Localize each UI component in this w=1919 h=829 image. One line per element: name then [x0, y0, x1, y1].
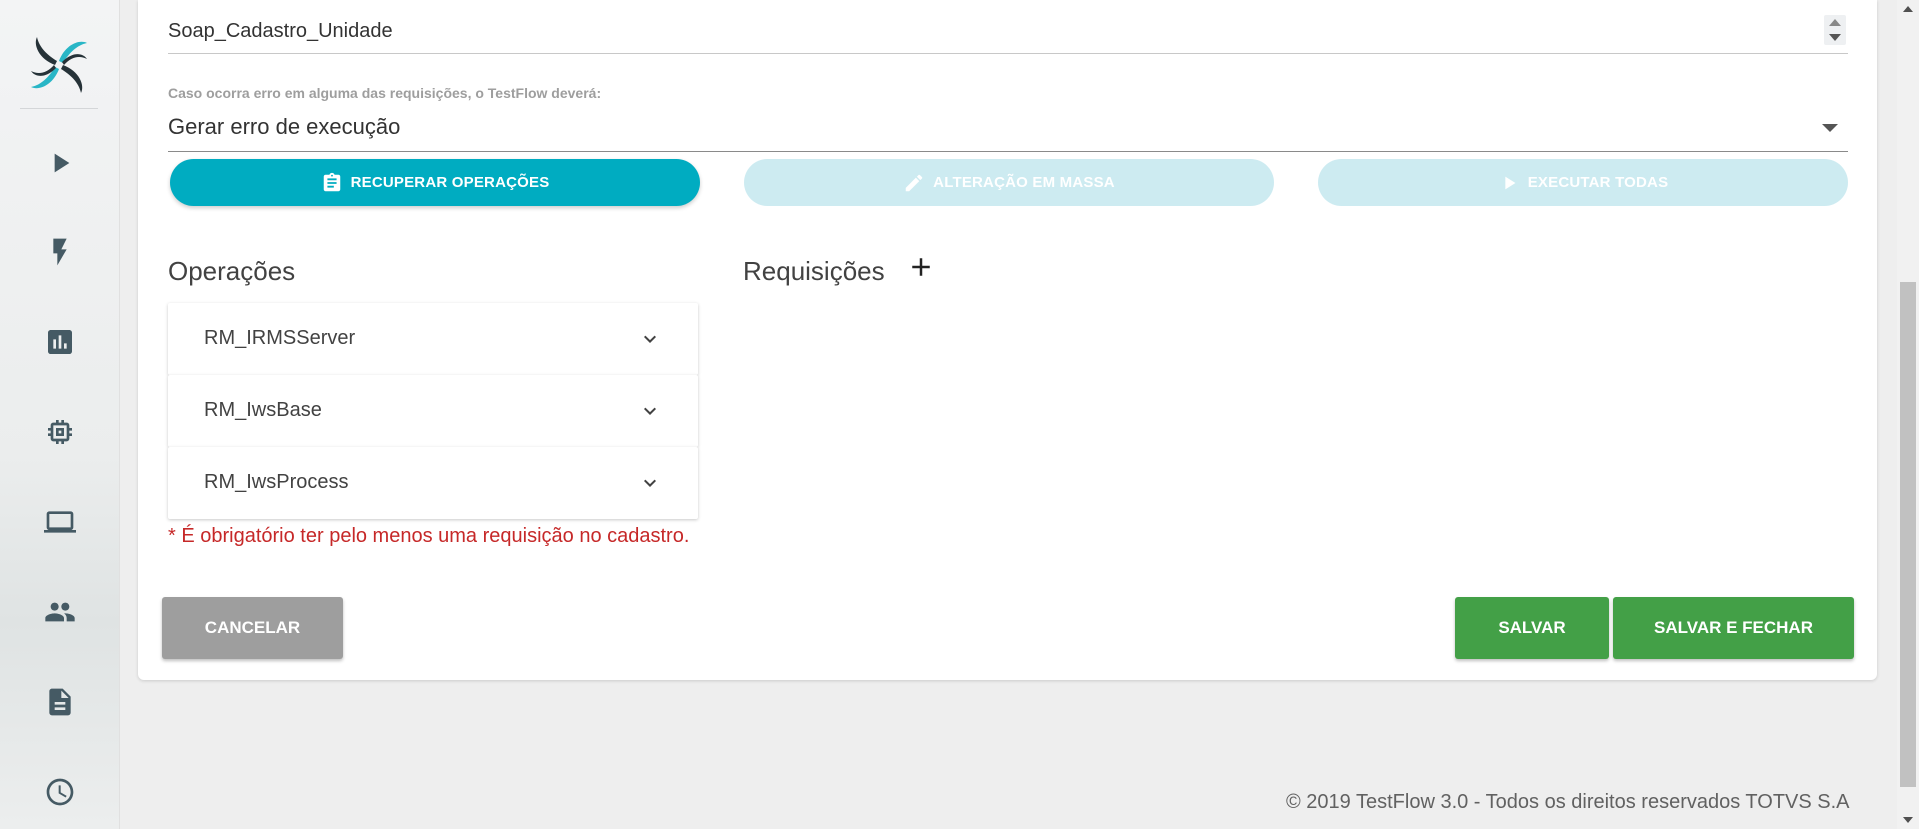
run-all-label: EXECUTAR TODAS: [1527, 174, 1669, 191]
spinner-up-icon[interactable]: [1829, 19, 1841, 26]
field-spinner[interactable]: [1824, 15, 1846, 45]
form-card: Soap_Cadastro_Unidade Caso ocorra erro e…: [138, 0, 1877, 680]
operations-title: Operações: [168, 256, 296, 286]
sidebar-divider: [20, 108, 98, 109]
bulk-edit-button[interactable]: ALTERAÇÃO EM MASSA: [744, 159, 1274, 206]
laptop-icon[interactable]: [40, 502, 80, 542]
people-icon[interactable]: [40, 592, 80, 632]
operation-label: RM_IwsBase: [204, 399, 322, 421]
list-item[interactable]: RM_IRMSServer: [168, 303, 698, 375]
list-item[interactable]: RM_IwsBase: [168, 375, 698, 447]
chart-icon[interactable]: [40, 322, 80, 362]
play-small-icon: [1505, 176, 1516, 189]
list-item[interactable]: RM_IwsProcess: [168, 447, 698, 519]
scroll-up-icon[interactable]: [1903, 6, 1913, 12]
app-root: Soap_Cadastro_Unidade Caso ocorra erro e…: [0, 0, 1919, 829]
service-name-value: Soap_Cadastro_Unidade: [168, 20, 393, 42]
chevron-down-icon[interactable]: [638, 471, 662, 495]
error-policy-label: Caso ocorra erro em alguma das requisiçõ…: [168, 85, 602, 101]
operation-label: RM_IRMSServer: [204, 327, 356, 349]
pencil-icon: [905, 174, 923, 191]
bulk-edit-label: ALTERAÇÃO EM MASSA: [933, 174, 1115, 191]
cancel-button[interactable]: CANCELAR: [162, 597, 343, 659]
clipboard-icon: [323, 172, 340, 191]
run-all-button[interactable]: EXECUTAR TODAS: [1318, 159, 1848, 206]
save-and-close-button[interactable]: SALVAR E FECHAR: [1613, 597, 1854, 659]
chevron-down-icon[interactable]: [638, 399, 662, 423]
operation-label: RM_IwsProcess: [204, 471, 349, 493]
requests-title: Requisições: [743, 256, 885, 286]
play-icon[interactable]: [40, 143, 80, 183]
footer-copyright: © 2019 TestFlow 3.0 - Todos os direitos …: [1286, 791, 1850, 813]
plus-icon: [912, 258, 930, 276]
testflow-logo-icon[interactable]: [28, 34, 90, 96]
validation-error: * É obrigatório ter pelo menos uma requi…: [168, 525, 690, 547]
add-request-button[interactable]: [906, 252, 936, 282]
page-scrollbar[interactable]: [1897, 0, 1919, 829]
clock-icon[interactable]: [40, 772, 80, 812]
dropdown-caret-icon: [1822, 124, 1838, 132]
error-policy-value: Gerar erro de execução: [168, 114, 401, 139]
service-name-field[interactable]: Soap_Cadastro_Unidade: [168, 4, 1848, 54]
spinner-down-icon[interactable]: [1829, 34, 1841, 41]
recover-operations-button[interactable]: RECUPERAR OPERAÇÕES: [170, 159, 700, 206]
operations-list: RM_IRMSServer RM_IwsBase RM_IwsProcess: [168, 303, 698, 519]
recover-operations-label: RECUPERAR OPERAÇÕES: [350, 174, 550, 191]
chip-icon[interactable]: [40, 412, 80, 452]
error-policy-select[interactable]: Gerar erro de execução: [168, 108, 1848, 152]
bolt-icon[interactable]: [40, 232, 80, 272]
chevron-down-icon[interactable]: [638, 327, 662, 351]
save-button[interactable]: SALVAR: [1455, 597, 1609, 659]
document-icon[interactable]: [40, 682, 80, 722]
sidebar: [0, 0, 120, 829]
scroll-down-icon[interactable]: [1903, 817, 1913, 823]
scroll-thumb[interactable]: [1900, 282, 1916, 787]
